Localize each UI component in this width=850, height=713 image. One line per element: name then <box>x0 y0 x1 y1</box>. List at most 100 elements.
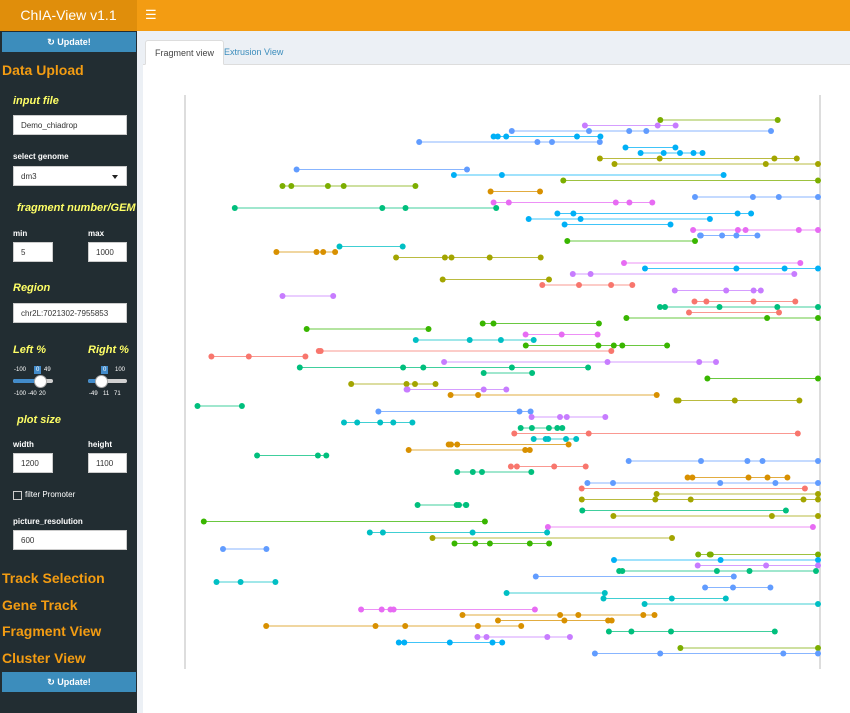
fragment-dot <box>775 194 782 200</box>
fragment-dot <box>596 155 603 162</box>
fragment-dot <box>530 337 537 343</box>
fragment-dot <box>600 595 607 602</box>
fragment-dot <box>750 298 757 305</box>
fragment-dot <box>584 480 591 486</box>
fragment-dot <box>508 128 515 134</box>
app-logo[interactable]: ChIA-View v1.1 <box>0 0 137 31</box>
fragment-dot <box>605 628 612 635</box>
section-gene-track[interactable]: Gene Track <box>2 597 78 613</box>
fragment-dot <box>578 485 585 492</box>
section-fragment-view[interactable]: Fragment View <box>2 623 101 639</box>
fragment-dot <box>511 430 518 437</box>
min-label: min <box>13 229 28 238</box>
fragment-dot <box>626 199 633 206</box>
fragment-dot <box>529 370 536 376</box>
fragment-dot <box>768 513 775 519</box>
fragment-dot <box>757 287 764 294</box>
fragment-dot <box>699 150 706 156</box>
fragment-dot <box>569 271 576 277</box>
input-file-field[interactable]: Demo_chiadrop <box>13 115 127 135</box>
fragment-dot <box>405 447 412 453</box>
height-input[interactable]: 1100 <box>88 453 127 473</box>
fragment-dot <box>642 265 648 272</box>
section-data-upload[interactable]: Data Upload <box>2 62 84 78</box>
right-slider-max: 100 <box>115 367 126 373</box>
fragment-dot <box>399 243 406 250</box>
fragment-dot <box>595 342 602 349</box>
fragment-dot <box>692 194 698 200</box>
fragment-dot <box>717 480 724 486</box>
fragment-dot <box>263 546 270 552</box>
picture-resolution-input[interactable]: 600 <box>13 530 127 550</box>
fragment-dot <box>469 469 476 475</box>
fragment-dot <box>454 469 461 475</box>
tab-extrusion-view[interactable]: Extrusion View <box>215 40 292 65</box>
fragment-dot <box>730 573 737 580</box>
max-input[interactable]: 1000 <box>88 242 127 262</box>
right-slider-tick-2: 11 <box>103 391 110 397</box>
fragment-dot <box>585 430 592 437</box>
left-slider-tick-2: -40 <box>28 391 37 397</box>
fragment-dot <box>513 463 520 470</box>
fragment-dot <box>774 304 781 310</box>
fragment-dot <box>692 238 698 244</box>
fragment-dot <box>669 535 675 541</box>
update-button-top[interactable]: ↻ Update! <box>2 32 136 52</box>
fragment-dot <box>573 436 580 442</box>
fragment-dot <box>800 496 807 503</box>
left-slider-handle[interactable] <box>34 375 47 388</box>
fragment-dot <box>530 436 537 442</box>
fragment-dot <box>654 122 661 129</box>
fragment-dot <box>220 546 226 552</box>
right-slider-handle[interactable] <box>95 375 108 388</box>
fragment-dot <box>713 568 720 574</box>
fragment-dot <box>400 364 407 371</box>
fragment-dot <box>503 386 510 393</box>
genome-label: select genome <box>13 152 69 161</box>
width-input[interactable]: 1200 <box>13 453 53 473</box>
fragment-dot <box>302 353 309 360</box>
fragment-dot <box>668 628 674 635</box>
fragment-dot <box>557 414 563 420</box>
fragment-dot <box>686 309 692 316</box>
fragment-dot <box>595 320 602 327</box>
section-track-selection[interactable]: Track Selection <box>2 570 105 586</box>
width-label: width <box>13 440 34 449</box>
fragment-dot <box>416 139 423 145</box>
fragment-dot <box>677 645 684 651</box>
fragment-dot <box>672 144 679 151</box>
filter-promoter-checkbox[interactable] <box>13 491 22 500</box>
fragment-dot <box>497 337 504 343</box>
fragment-dot <box>499 639 506 646</box>
fragment-dot <box>720 172 727 178</box>
fragment-dot <box>412 381 418 387</box>
fragment-dot <box>377 419 384 426</box>
menu-toggle-icon[interactable]: ☰ <box>145 7 157 23</box>
fragment-dot <box>463 502 470 508</box>
fragment-dot <box>657 650 664 657</box>
fragment-dot <box>296 364 303 371</box>
tab-fragment-view[interactable]: Fragment view <box>145 40 225 65</box>
fragment-dot <box>314 452 321 459</box>
genome-select[interactable]: dm3 <box>13 166 127 186</box>
section-cluster-view[interactable]: Cluster View <box>2 650 86 666</box>
fragment-dot <box>474 634 481 640</box>
left-slider-max: 49 <box>44 367 51 373</box>
fragment-dot <box>420 364 427 371</box>
fragment-dot <box>612 199 619 206</box>
fragment-dot <box>815 551 821 558</box>
update-button-bottom[interactable]: ↻ Update! <box>2 672 136 692</box>
min-input[interactable]: 5 <box>13 242 53 262</box>
region-input[interactable]: chr2L:7021302-7955853 <box>13 303 127 323</box>
fragment-dot <box>608 282 615 288</box>
fragment-dot <box>273 249 280 255</box>
fragment-dot <box>792 298 799 305</box>
fragment-dot <box>517 425 524 431</box>
fragment-dot <box>582 463 589 470</box>
fragment-dot <box>815 315 821 321</box>
fragment-dot <box>703 298 710 305</box>
fragment-dot <box>759 458 766 464</box>
fragment-dot <box>815 496 821 503</box>
fragment-dot <box>557 612 564 618</box>
fragment-dot <box>784 474 791 481</box>
